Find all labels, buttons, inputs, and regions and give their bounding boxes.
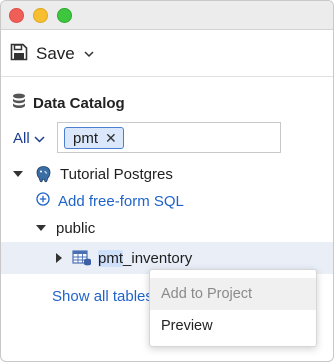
title-bar	[1, 1, 333, 30]
remove-chip-icon[interactable]: ✕	[105, 130, 117, 147]
table-icon	[72, 249, 92, 267]
connection-label: Tutorial Postgres	[60, 165, 173, 183]
table-label-rest: _inventory	[123, 249, 193, 267]
save-label: Save	[36, 44, 75, 63]
chevron-down-icon	[34, 130, 45, 147]
scope-label: All	[13, 129, 30, 147]
search-input[interactable]: pmt ✕	[57, 122, 281, 153]
add-sql-label: Add free-form SQL	[58, 192, 184, 210]
menu-item-preview[interactable]: Preview	[150, 310, 316, 342]
zoom-window-button[interactable]	[57, 8, 72, 23]
expand-arrow-icon[interactable]	[56, 253, 62, 263]
database-icon	[12, 93, 26, 114]
tree-item-schema[interactable]: public	[36, 218, 95, 238]
tree-item-connection[interactable]: Tutorial Postgres	[13, 164, 173, 184]
save-button[interactable]: Save	[10, 41, 94, 67]
expand-arrow-icon[interactable]	[36, 225, 46, 231]
catalog-title: Data Catalog	[33, 95, 125, 112]
close-window-button[interactable]	[9, 8, 24, 23]
match-highlight: pmt	[98, 249, 124, 267]
show-all-tables-link[interactable]: Show all tables	[52, 286, 153, 306]
menu-item-label: Preview	[161, 318, 213, 334]
context-menu: Add to Project Preview	[149, 269, 317, 347]
menu-item-add-to-project: Add to Project	[150, 278, 316, 310]
minimize-window-button[interactable]	[33, 8, 48, 23]
tree-item-table[interactable]: pmt_inventory	[56, 248, 192, 268]
app-window: Save Data Catalog All pmt ✕ Tutorial Pos…	[0, 0, 334, 362]
postgres-icon	[35, 165, 52, 183]
table-label: pmt_inventory	[98, 249, 193, 267]
filter-chip-label: pmt	[73, 129, 99, 147]
add-sql-link[interactable]: Add free-form SQL	[36, 191, 184, 211]
catalog-header: Data Catalog	[12, 93, 125, 114]
toolbar: Save	[1, 30, 333, 77]
save-icon	[10, 43, 28, 66]
chevron-down-icon[interactable]	[84, 45, 94, 63]
menu-item-label: Add to Project	[161, 286, 253, 302]
show-all-label: Show all tables	[52, 287, 153, 305]
scope-dropdown[interactable]: All	[13, 130, 45, 147]
schema-label: public	[56, 219, 96, 237]
expand-arrow-icon[interactable]	[13, 171, 23, 177]
filter-chip: pmt ✕	[64, 127, 124, 149]
filter-row: All pmt ✕	[13, 122, 281, 154]
add-circle-icon	[36, 192, 50, 210]
